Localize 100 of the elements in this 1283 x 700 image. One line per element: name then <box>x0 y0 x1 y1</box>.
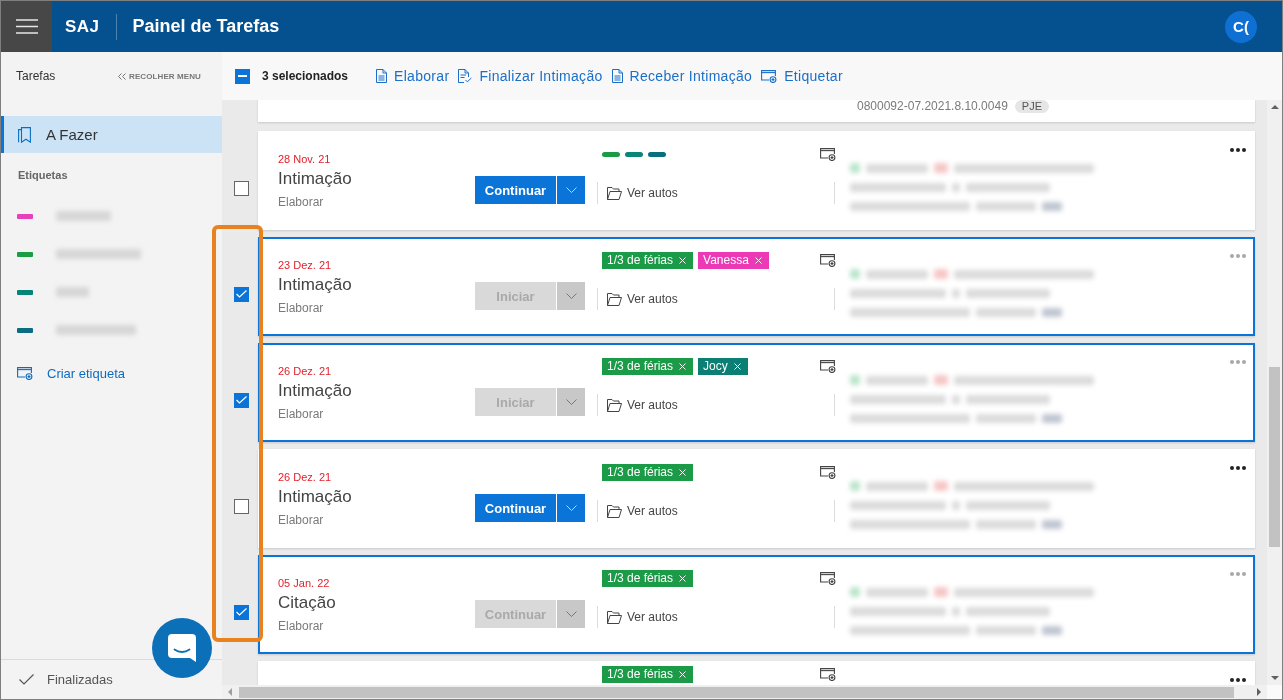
view-files-link[interactable]: Ver autos <box>607 398 678 412</box>
tag-label: 1/3 de férias <box>607 251 674 269</box>
task-step: Elaborar <box>278 194 324 210</box>
view-files-link[interactable]: Ver autos <box>607 504 678 518</box>
tag-label: 1/3 de férias <box>607 569 674 587</box>
collapse-menu-button[interactable]: RECOLHER MENU <box>118 71 201 81</box>
dropdown-toggle[interactable] <box>557 494 585 522</box>
remove-tag-icon[interactable] <box>679 468 687 476</box>
task-card[interactable]: 26 Dez. 21 Intimação Elaborar Continuar 1/3 de férias Ver autos <box>258 449 1255 548</box>
section-heading: Etiquetas <box>17 168 69 182</box>
action-button[interactable]: Continuar <box>475 494 556 522</box>
view-files-link[interactable]: Ver autos <box>607 292 678 306</box>
sidebar-title: Tarefas <box>16 69 56 83</box>
toolbar-action[interactable]: Finalizar Intimação <box>458 68 603 84</box>
document-check-icon <box>458 69 473 83</box>
more-options-icon[interactable] <box>1230 678 1246 682</box>
tag-label: Jocy <box>703 357 728 375</box>
row-checkbox[interactable] <box>234 604 249 620</box>
folder-icon <box>607 186 622 200</box>
blurred-label-drawing <box>56 287 89 297</box>
tag-add-icon <box>17 366 33 380</box>
task-step: Elaborar <box>278 300 324 316</box>
chevron-down-icon <box>565 187 577 193</box>
page-title: Painel de Tarefas <box>132 16 280 37</box>
app-name: SAJ <box>65 16 100 37</box>
horizontal-scrollbar[interactable] <box>222 685 1282 699</box>
menu-button[interactable] <box>1 1 52 52</box>
tag-add-icon <box>820 667 836 681</box>
task-step: Elaborar <box>278 512 324 528</box>
task-card[interactable]: 0800092-07.2021.8.10.0049 PJE <box>258 100 1255 122</box>
checkmark-icon <box>236 290 247 298</box>
dropdown-toggle[interactable] <box>557 176 585 204</box>
scroll-up-icon <box>1270 105 1279 109</box>
dropdown-toggle[interactable] <box>557 282 585 310</box>
chevron-down-icon <box>565 505 577 511</box>
remove-tag-icon[interactable] <box>679 670 687 678</box>
remove-tag-icon[interactable] <box>679 362 687 370</box>
scroll-right-icon <box>1257 688 1261 696</box>
task-title: Intimação <box>278 274 352 296</box>
chat-bubble-icon <box>168 634 196 662</box>
more-options-icon[interactable] <box>1230 466 1246 470</box>
sidebar-item[interactable]: A Fazer <box>1 116 222 153</box>
remove-tag-icon[interactable] <box>679 256 687 264</box>
bookmarks-icon <box>18 126 31 143</box>
document-icon <box>611 69 623 83</box>
task-card[interactable]: 1/3 de férias <box>258 661 1255 685</box>
check-icon <box>19 674 34 685</box>
select-all-checkbox[interactable] <box>235 68 250 84</box>
toolbar-action[interactable]: Receber Intimação <box>611 68 753 84</box>
user-avatar[interactable]: C( <box>1225 10 1257 43</box>
tag-add-icon <box>820 147 836 161</box>
row-checkbox[interactable] <box>234 180 249 196</box>
row-checkbox[interactable] <box>234 498 249 514</box>
document-icon <box>376 69 388 83</box>
row-checkbox[interactable] <box>234 286 249 302</box>
remove-tag-icon[interactable] <box>733 362 741 370</box>
due-date: 26 Dez. 21 <box>278 470 332 484</box>
double-chevron-left-icon <box>118 72 127 80</box>
create-label-button[interactable]: Criar etiqueta <box>1 354 222 392</box>
tag-add-icon <box>820 571 836 585</box>
vertical-scrollbar[interactable] <box>1267 100 1282 685</box>
tag-label: 1/3 de férias <box>607 463 674 481</box>
task-title: Intimação <box>278 486 352 508</box>
due-date: 23 Dez. 21 <box>278 258 332 272</box>
task-title: Citação <box>278 592 336 614</box>
dropdown-toggle[interactable] <box>557 600 585 628</box>
due-date: 28 Nov. 21 <box>278 152 331 166</box>
tag-add-icon <box>761 69 778 83</box>
selection-count: 3 selecionados <box>262 69 349 83</box>
task-step: Elaborar <box>278 406 324 422</box>
tag-label: Vanessa <box>703 251 749 269</box>
action-button[interactable]: Continuar <box>475 176 556 204</box>
menu-icon <box>15 19 38 34</box>
folder-icon <box>607 610 622 624</box>
system-badge: PJE <box>1014 100 1049 113</box>
toolbar-action[interactable]: Elaborar <box>376 68 450 84</box>
task-step: Elaborar <box>278 618 324 634</box>
remove-tag-icon[interactable] <box>754 256 762 264</box>
process-number: 0800092-07.2021.8.10.0049 <box>857 100 1008 113</box>
task-card[interactable]: 28 Nov. 21 Intimação Elaborar Continuar Ver autos <box>258 131 1255 230</box>
folder-icon <box>607 504 622 518</box>
toolbar-action[interactable]: Etiquetar <box>761 68 843 84</box>
tag-add-icon <box>820 359 836 373</box>
more-options-icon[interactable] <box>1230 148 1246 152</box>
remove-tag-icon[interactable] <box>679 574 687 582</box>
dropdown-toggle[interactable] <box>557 388 585 416</box>
view-files-link[interactable]: Ver autos <box>607 186 678 200</box>
view-files-link[interactable]: Ver autos <box>607 610 678 624</box>
chevron-down-icon <box>565 399 577 405</box>
task-title: Intimação <box>278 168 352 190</box>
checkmark-icon <box>236 396 247 404</box>
scroll-down-icon <box>1270 676 1279 680</box>
tag-label: 1/3 de férias <box>607 665 674 683</box>
checkmark-icon <box>236 608 247 616</box>
folder-icon <box>607 292 622 306</box>
chevron-down-icon <box>565 293 577 299</box>
row-checkbox[interactable] <box>234 392 249 408</box>
scrollbar-thumb[interactable] <box>1269 367 1280 547</box>
scrollbar-thumb[interactable] <box>239 686 1234 698</box>
blurred-label-drawing <box>56 211 111 221</box>
